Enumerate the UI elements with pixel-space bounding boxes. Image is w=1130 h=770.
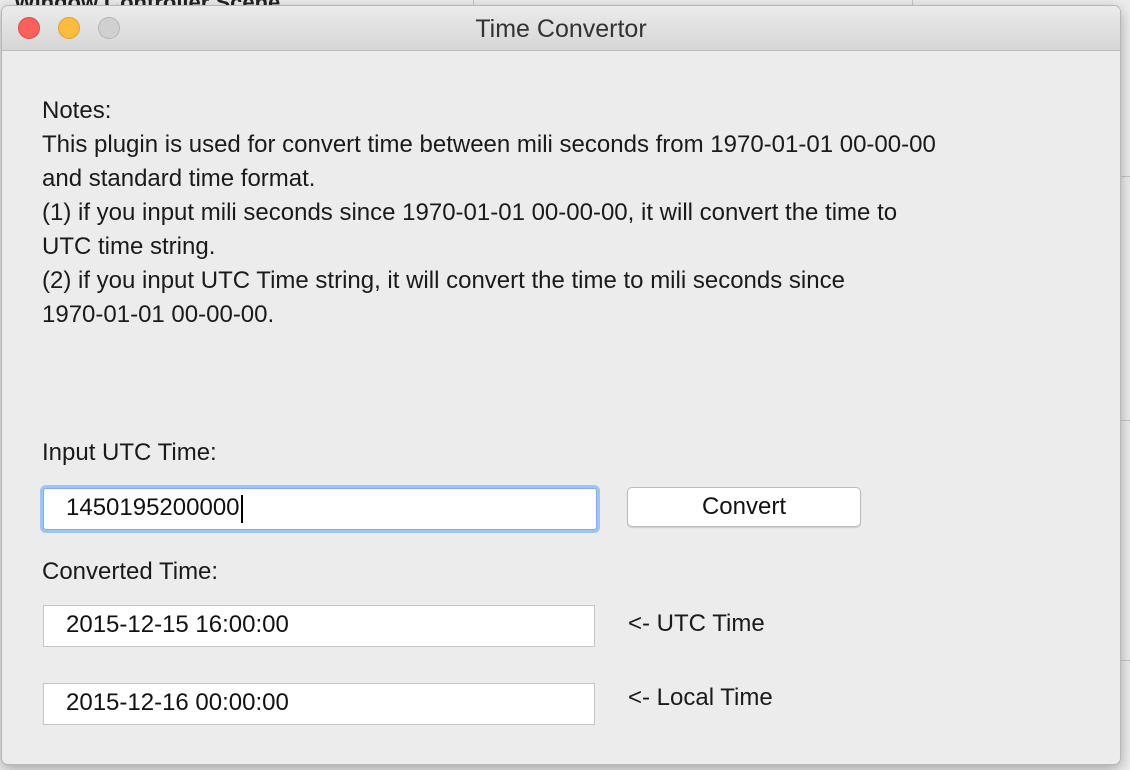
notes-line: 1970-01-01 00-00-00. [42,301,275,328]
notes-text: Notes: This plugin is used for convert t… [42,94,1092,332]
utc-time-output-field[interactable]: 2015-12-15 16:00:00 [43,605,595,647]
notes-line: (2) if you input UTC Time string, it wil… [42,267,845,294]
input-utc-time-field[interactable]: 1450195200000 [43,488,597,530]
background-divider [1120,420,1130,421]
notes-line: and standard time format. [42,165,316,192]
window-title: Time Convertor [475,15,647,43]
notes-line: (1) if you input mili seconds since 1970… [42,199,898,226]
notes-line: UTC time string. [42,233,216,260]
local-time-output-field[interactable]: 2015-12-16 00:00:00 [43,683,595,725]
background-divider [1120,176,1130,177]
input-utc-time-value: 1450195200000 [66,494,240,521]
notes-line: This plugin is used for convert time bet… [42,131,936,158]
title-bar[interactable]: Time Convertor [2,6,1120,51]
utc-time-label: <- UTC Time [628,610,765,637]
local-time-label: <- Local Time [628,684,773,711]
convert-button[interactable]: Convert [627,487,861,527]
converted-time-label: Converted Time: [42,558,219,585]
notes-line: Notes: [42,97,112,124]
background-divider [1120,660,1130,661]
text-caret [240,494,243,523]
window-content: Notes: This plugin is used for convert t… [2,50,1120,764]
input-utc-time-label: Input UTC Time: [42,439,217,466]
time-convertor-window: Time Convertor Notes: This plugin is use… [2,6,1120,764]
